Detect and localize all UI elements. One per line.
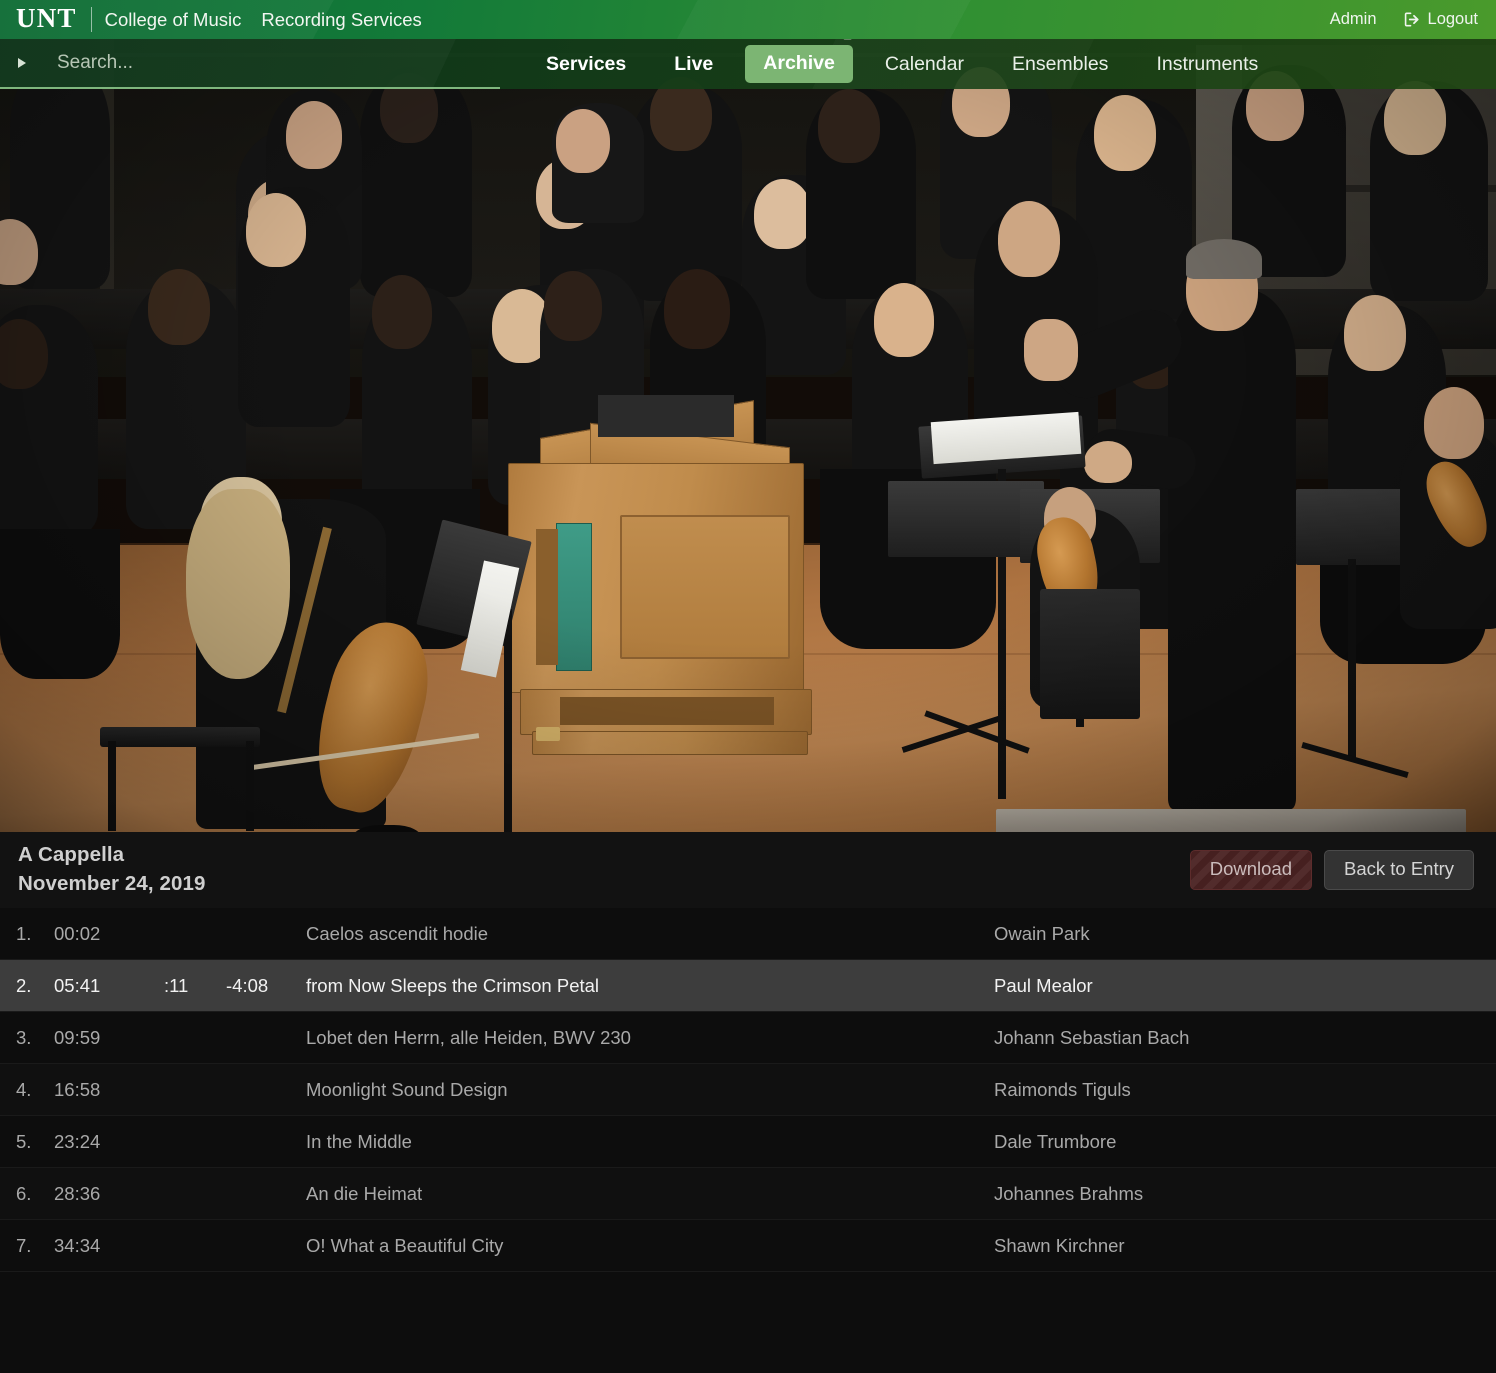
track-title: O! What a Beautiful City xyxy=(306,1234,504,1256)
track-start-time: 23:24 xyxy=(54,1130,101,1152)
track-start-time: 16:58 xyxy=(54,1078,101,1100)
video-player[interactable] xyxy=(0,0,1496,832)
track-row[interactable]: 7. 34:34 O! What a Beautiful City Shawn Kir… xyxy=(0,1220,1496,1272)
account-actions: Admin Logout xyxy=(1330,10,1478,29)
track-row[interactable]: 1. 00:02 Caelos ascendit hodie Owain Park xyxy=(0,908,1496,960)
download-button[interactable]: Download xyxy=(1189,850,1312,890)
nav-links: Services Live Archive Calendar Ensembles… xyxy=(522,25,1282,89)
track-start-time: 00:02 xyxy=(54,922,101,944)
admin-link-label: Admin xyxy=(1329,10,1377,28)
track-title: Caelos ascendit hodie xyxy=(306,922,489,944)
admin-link[interactable]: Admin xyxy=(1330,10,1377,29)
entry-actions: Download Back to Entry xyxy=(1189,850,1474,890)
entry-date: November 24, 2019 xyxy=(18,872,206,895)
track-composer: Owain Park xyxy=(994,922,1090,944)
college-label: College of Music xyxy=(104,8,242,30)
track-number: 7. xyxy=(16,1234,32,1256)
track-row[interactable]: 6. 28:36 An die Heimat Johannes Brahms xyxy=(0,1168,1496,1220)
track-composer: Dale Trumbore xyxy=(994,1130,1117,1152)
track-composer: Raimonds Tiguls xyxy=(994,1078,1131,1100)
department-label: Recording Services xyxy=(261,8,422,30)
unt-logo: UNT xyxy=(16,3,77,33)
nav-item-services[interactable]: Services xyxy=(522,39,650,89)
triangle-right-icon[interactable] xyxy=(18,58,26,68)
track-composer: Johann Sebastian Bach xyxy=(994,1026,1190,1048)
track-title: Moonlight Sound Design xyxy=(306,1078,508,1100)
entry-title: A Cappella xyxy=(18,843,125,867)
track-composer: Shawn Kirchner xyxy=(994,1234,1125,1256)
entry-info-bar: A Cappella November 24, 2019 Download Ba… xyxy=(0,832,1496,908)
nav-item-calendar[interactable]: Calendar xyxy=(861,39,988,89)
nav-item-live[interactable]: Live xyxy=(650,39,737,89)
track-number: 3. xyxy=(16,1026,32,1048)
logout-link[interactable]: Logout xyxy=(1404,10,1478,29)
nav-item-instruments[interactable]: Instruments xyxy=(1132,39,1282,89)
track-elapsed-time: :11 xyxy=(164,974,189,996)
back-to-entry-button[interactable]: Back to Entry xyxy=(1323,850,1474,890)
logout-arrow-icon xyxy=(1404,11,1421,28)
track-composer: Paul Mealor xyxy=(994,974,1093,996)
stage-photo xyxy=(0,0,1496,832)
track-number: 1. xyxy=(16,922,32,944)
track-start-time: 09:59 xyxy=(54,1026,101,1048)
track-number: 2. xyxy=(16,974,32,996)
search-input[interactable] xyxy=(57,52,457,74)
track-list: 1. 00:02 Caelos ascendit hodie Owain Park 2.… xyxy=(0,908,1496,1272)
track-title: from Now Sleeps the Crimson Petal xyxy=(306,974,600,996)
track-start-time: 05:41 xyxy=(54,974,101,996)
track-number: 5. xyxy=(16,1130,32,1152)
track-row[interactable]: 3. 09:59 Lobet den Herrn, alle Heiden, BWV… xyxy=(0,1012,1496,1064)
logout-link-label: Logout xyxy=(1427,10,1478,28)
track-title: Lobet den Herrn, alle Heiden, BWV 230 xyxy=(306,1026,631,1048)
track-composer: Johannes Brahms xyxy=(994,1182,1144,1204)
track-start-time: 34:34 xyxy=(54,1234,101,1256)
track-title: In the Middle xyxy=(306,1130,412,1152)
nav-item-archive[interactable]: Archive xyxy=(745,25,856,89)
brand-divider xyxy=(90,7,92,32)
track-title: An die Heimat xyxy=(306,1182,423,1204)
nav-item-archive-label: Archive xyxy=(745,44,853,84)
track-row[interactable]: 4. 16:58 Moonlight Sound Design Raimonds Ti… xyxy=(0,1064,1496,1116)
track-number: 6. xyxy=(16,1182,32,1204)
search-bar[interactable] xyxy=(0,39,500,89)
track-row[interactable]: 5. 23:24 In the Middle Dale Trumbore xyxy=(0,1116,1496,1168)
track-number: 4. xyxy=(16,1078,32,1100)
nav-item-ensembles[interactable]: Ensembles xyxy=(988,39,1132,89)
main-navigation: Services Live Archive Calendar Ensembles… xyxy=(0,25,1496,89)
entry-meta: A Cappella November 24, 2019 xyxy=(18,842,205,897)
track-remaining-time: -4:08 xyxy=(226,974,269,996)
track-row[interactable]: 2. 05:41 :11 -4:08 from Now Sleeps the Crims… xyxy=(0,960,1496,1012)
track-start-time: 28:36 xyxy=(54,1182,101,1204)
brand-header: UNT College of Music Recording Services … xyxy=(0,0,1496,39)
